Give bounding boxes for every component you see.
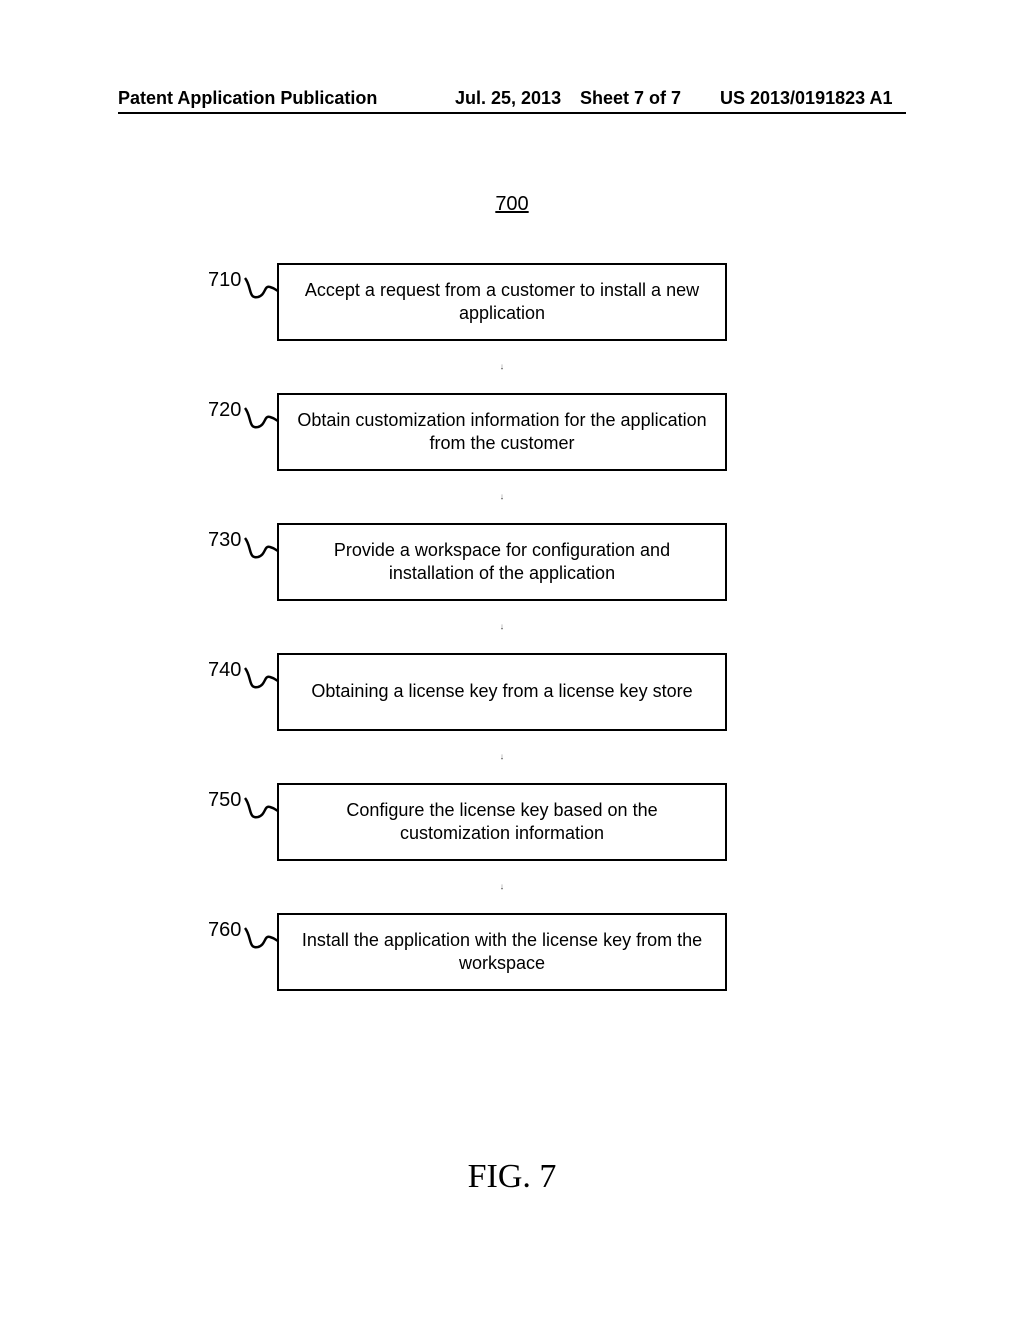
- figure-caption: FIG. 7: [0, 1158, 1024, 1196]
- step-number: 750: [208, 789, 241, 812]
- arrow-down-icon: [501, 471, 503, 523]
- header-rule: [118, 112, 906, 114]
- document-number: US 2013/0191823 A1: [720, 88, 892, 109]
- step-number: 730: [208, 529, 241, 552]
- leader-line-icon: [244, 407, 278, 435]
- publication-date: Jul. 25, 2013: [455, 88, 561, 109]
- leader-line-icon: [244, 537, 278, 565]
- arrow-down-icon: [501, 601, 503, 653]
- publication-label: Patent Application Publication: [118, 88, 377, 109]
- step-number: 740: [208, 659, 241, 682]
- leader-line-icon: [244, 797, 278, 825]
- step-number: 710: [208, 269, 241, 292]
- leader-line-icon: [244, 667, 278, 695]
- arrow-down-icon: [501, 341, 503, 393]
- arrow-down-icon: [501, 731, 503, 783]
- flow-box: Provide a workspace for configuration an…: [277, 523, 727, 601]
- flow-step: 750 Configure the license key based on t…: [120, 783, 900, 913]
- leader-line-icon: [244, 277, 278, 305]
- flow-box: Install the application with the license…: [277, 913, 727, 991]
- flow-step: 720 Obtain customization information for…: [120, 393, 900, 523]
- sheet-number: Sheet 7 of 7: [580, 88, 681, 109]
- flow-box: Configure the license key based on the c…: [277, 783, 727, 861]
- arrow-down-icon: [501, 861, 503, 913]
- flowchart: 710 Accept a request from a customer to …: [120, 263, 900, 1043]
- step-number: 760: [208, 919, 241, 942]
- flow-step: 710 Accept a request from a customer to …: [120, 263, 900, 393]
- flow-box: Obtaining a license key from a license k…: [277, 653, 727, 731]
- flow-box: Obtain customization information for the…: [277, 393, 727, 471]
- flow-box: Accept a request from a customer to inst…: [277, 263, 727, 341]
- patent-page: Patent Application Publication Jul. 25, …: [0, 0, 1024, 1320]
- leader-line-icon: [244, 927, 278, 955]
- flow-step: 740 Obtaining a license key from a licen…: [120, 653, 900, 783]
- step-number: 720: [208, 399, 241, 422]
- flow-step: 760 Install the application with the lic…: [120, 913, 900, 1043]
- figure-reference-number: 700: [0, 193, 1024, 216]
- flow-step: 730 Provide a workspace for configuratio…: [120, 523, 900, 653]
